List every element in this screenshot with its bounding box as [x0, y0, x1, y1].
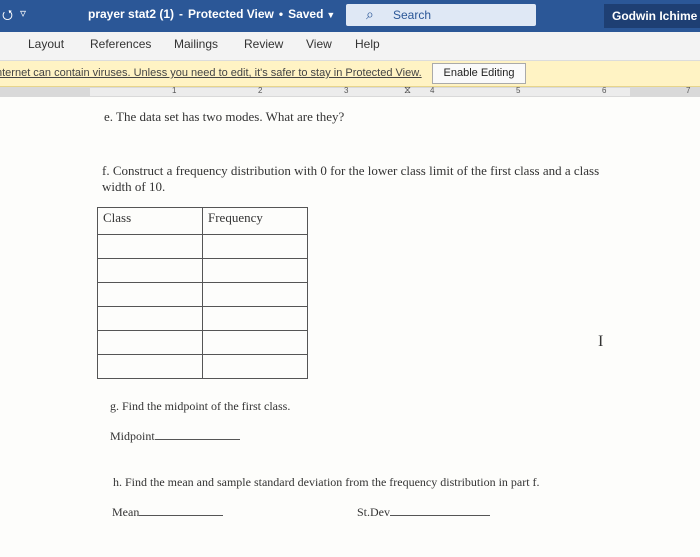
midpoint-blank[interactable] — [154, 438, 240, 440]
text-cursor-icon: I — [598, 333, 604, 350]
ribbon-tabs: Layout References Mailings Review View H… — [0, 32, 700, 61]
tab-layout[interactable]: Layout — [28, 37, 64, 51]
stdev-line: St.Dev — [357, 505, 490, 520]
tab-view[interactable]: View — [306, 37, 332, 51]
ruler: 1 2 3 ⧖ 4 5 6 7 — [0, 85, 700, 97]
table-row — [97, 330, 308, 355]
ruler-body — [90, 88, 630, 96]
enable-editing-button[interactable]: Enable Editing — [432, 63, 526, 84]
table-cell[interactable] — [202, 234, 308, 259]
table-cell[interactable] — [202, 354, 308, 379]
title-bar: ⭯ ▿ prayer stat2 (1) - Protected View • Save… — [0, 0, 700, 32]
table-cell[interactable] — [202, 282, 308, 307]
chevron-down-icon: ▼ — [326, 10, 336, 20]
quick-access-dropdown-icon[interactable]: ▿ — [20, 6, 26, 20]
tab-review[interactable]: Review — [244, 37, 283, 51]
table-row — [97, 354, 308, 379]
mean-blank[interactable] — [139, 514, 224, 516]
mean-label: Mean — [112, 505, 140, 519]
table-cell[interactable] — [97, 234, 203, 259]
search-input[interactable]: ⌕ Search — [346, 4, 536, 26]
tab-help[interactable]: Help — [355, 37, 380, 51]
question-h: h. Find the mean and sample standard dev… — [113, 475, 540, 489]
ruler-number: 3 — [344, 86, 349, 95]
protected-view-message[interactable]: nternet can contain viruses. Unless you … — [0, 67, 422, 79]
table-cell[interactable] — [97, 258, 203, 283]
table-row — [97, 306, 308, 331]
protected-view-bar: nternet can contain viruses. Unless you … — [0, 61, 700, 87]
table-header-frequency: Frequency — [202, 207, 308, 235]
table-cell[interactable] — [202, 306, 308, 331]
ruler-number: 6 — [602, 86, 607, 95]
document-title[interactable]: prayer stat2 (1) - Protected View • Saved ▼ — [88, 7, 335, 21]
stdev-label: St.Dev — [357, 505, 390, 519]
ruler-number: 5 — [516, 86, 521, 95]
table-row — [97, 282, 308, 307]
table-cell[interactable] — [97, 306, 203, 331]
table-header-class: Class — [97, 207, 203, 235]
document-name: prayer stat2 (1) — [88, 7, 175, 21]
ruler-number: 2 — [258, 86, 263, 95]
midpoint-line: Midpoint — [110, 429, 240, 444]
question-e: e. The data set has two modes. What are … — [104, 109, 345, 124]
table-cell[interactable] — [202, 258, 308, 283]
mean-line: Mean — [112, 505, 224, 520]
ruler-number: 1 — [172, 86, 177, 95]
stdev-blank[interactable] — [390, 514, 490, 516]
table-cell[interactable] — [97, 282, 203, 307]
search-placeholder: Search — [393, 8, 432, 22]
user-account-button[interactable]: Godwin Ichime — [604, 4, 700, 28]
search-icon: ⌕ — [366, 6, 374, 22]
protected-view-label: Protected View — [188, 7, 274, 21]
user-name: Godwin Ichime — [612, 9, 698, 23]
table-cell[interactable] — [97, 330, 203, 355]
tab-stop-marker[interactable]: ⧖ — [404, 85, 411, 96]
question-g: g. Find the midpoint of the first class. — [110, 399, 291, 413]
ruler-number: 7 — [686, 86, 691, 95]
tab-mailings[interactable]: Mailings — [174, 37, 218, 51]
table-row — [97, 234, 308, 259]
ruler-number: 4 — [430, 86, 435, 95]
autosave-icon[interactable]: ⭯ — [2, 6, 13, 28]
tab-references[interactable]: References — [90, 37, 151, 51]
question-f: f. Construct a frequency distribution wi… — [102, 163, 600, 194]
document-page[interactable]: e. The data set has two modes. What are … — [0, 97, 700, 557]
table-row — [97, 258, 308, 283]
midpoint-label: Midpoint — [110, 429, 155, 443]
table-cell[interactable] — [202, 330, 308, 355]
frequency-table[interactable]: Class Frequency — [97, 207, 308, 379]
saved-status: Saved — [288, 7, 324, 21]
table-cell[interactable] — [97, 354, 203, 379]
